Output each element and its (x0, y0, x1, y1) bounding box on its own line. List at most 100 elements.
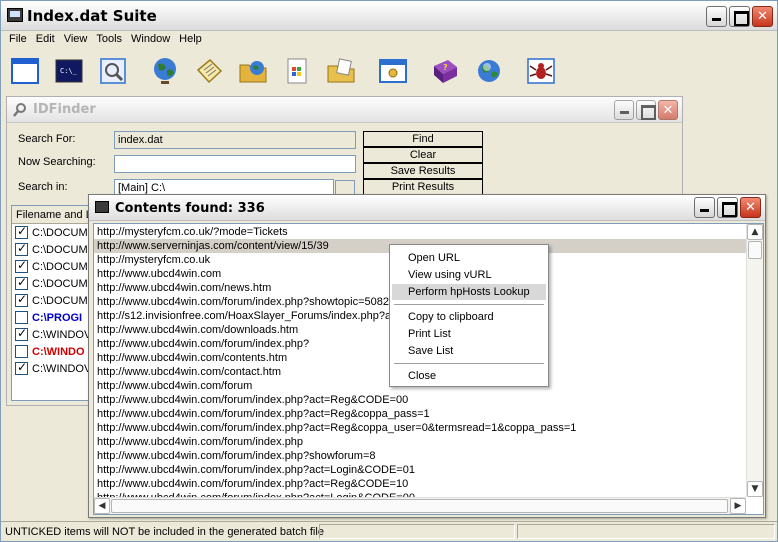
menu-separator (394, 304, 544, 305)
file-path: C:\WINDOV (32, 328, 89, 341)
scroll-right-button[interactable]: ▶ (730, 498, 746, 514)
now-searching-field[interactable] (114, 155, 356, 173)
app-title: Index.dat Suite (27, 7, 157, 25)
scroll-up-button[interactable]: ▲ (747, 224, 763, 240)
menu-file[interactable]: File (5, 31, 32, 49)
menu-item-print-list[interactable]: Print List (392, 326, 546, 342)
scroll-down-button[interactable]: ▼ (747, 481, 763, 497)
menu-item-copy-to-clipboard[interactable]: Copy to clipboard (392, 309, 546, 325)
file-row[interactable]: C:\PROGI (12, 309, 88, 326)
file-path: C:\WINDO (32, 345, 85, 358)
contents-maximize-button[interactable] (717, 197, 738, 218)
toolbar-button-search[interactable] (93, 52, 133, 90)
url-row[interactable]: http://www.ubcd4win.com/forum/index.php?… (94, 449, 746, 463)
url-row[interactable]: http://www.ubcd4win.com/forum/index.php?… (94, 407, 746, 421)
maximize-button[interactable] (729, 6, 750, 27)
horizontal-scroll-thumb[interactable] (111, 499, 728, 513)
file-checkbox[interactable] (15, 275, 28, 290)
file-checkbox[interactable] (15, 258, 28, 273)
idfinder-titlebar[interactable]: IDFinder ✕ (7, 97, 682, 123)
print-results-button[interactable]: Print Results (363, 179, 483, 195)
file-row[interactable]: C:\DOCUM (12, 224, 88, 241)
windows-document-icon (287, 58, 307, 84)
file-row[interactable]: C:\WINDO (12, 343, 88, 360)
toolbar-button-globe[interactable] (145, 52, 185, 90)
contents-minimize-button[interactable] (694, 197, 715, 218)
horizontal-scrollbar[interactable]: ◀ ▶ (94, 497, 746, 514)
notepad-icon (196, 58, 223, 84)
file-path: C:\DOCUM (32, 243, 88, 256)
idfinder-minimize-button[interactable] (614, 100, 634, 120)
menu-item-view-using-vurl[interactable]: View using vURL (392, 267, 546, 283)
vertical-scrollbar[interactable]: ▲ ▼ (746, 224, 763, 497)
contents-title: Contents found: 336 (115, 201, 265, 216)
file-list[interactable]: Filename and L C:\DOCUM C:\DOCUM C:\DOCUM C… (11, 205, 89, 401)
main-titlebar[interactable]: Index.dat Suite ✕ (1, 1, 777, 31)
file-checkbox[interactable] (15, 360, 28, 375)
toolbar-button-notepad[interactable] (189, 52, 229, 90)
url-row[interactable]: http://mysteryfcm.co.uk/?mode=Tickets (94, 225, 746, 239)
folder-globe-icon (239, 61, 267, 83)
menu-item-perform-hphosts-lookup[interactable]: Perform hpHosts Lookup (392, 284, 546, 300)
file-row[interactable]: C:\DOCUM (12, 275, 88, 292)
close-button[interactable]: ✕ (752, 6, 773, 27)
settings-window-icon (379, 59, 407, 83)
toolbar-button-console[interactable]: C:\_ (49, 52, 89, 90)
file-checkbox[interactable] (15, 292, 28, 307)
save-results-button[interactable]: Save Results (363, 163, 483, 179)
menu-tools[interactable]: Tools (92, 31, 127, 49)
toolbar-button-folder-doc[interactable] (321, 52, 361, 90)
file-row[interactable]: C:\WINDOV (12, 360, 88, 377)
search-for-field[interactable]: index.dat (114, 131, 356, 149)
toolbar: C:\_ ? (5, 51, 773, 91)
file-row[interactable]: C:\DOCUM (12, 258, 88, 275)
menu-edit[interactable]: Edit (32, 31, 60, 49)
menu-item-close[interactable]: Close (392, 368, 546, 384)
minimize-button[interactable] (706, 6, 727, 27)
file-path: C:\DOCUM (32, 260, 88, 273)
idfinder-close-button[interactable]: ✕ (658, 100, 678, 120)
file-checkbox[interactable] (15, 311, 28, 324)
toolbar-button-new-window[interactable] (5, 52, 45, 90)
file-checkbox[interactable] (15, 241, 28, 256)
idfinder-maximize-button[interactable] (636, 100, 656, 120)
url-row[interactable]: http://www.ubcd4win.com/forum/index.php?… (94, 421, 746, 435)
file-checkbox[interactable] (15, 326, 28, 341)
url-row[interactable]: http://www.ubcd4win.com/forum/index.php?… (94, 477, 746, 491)
file-row[interactable]: C:\DOCUM (12, 292, 88, 309)
file-path: C:\DOCUM (32, 294, 88, 307)
file-row[interactable]: C:\DOCUM (12, 241, 88, 258)
contents-titlebar[interactable]: Contents found: 336 ✕ (89, 195, 765, 221)
url-row[interactable]: http://www.ubcd4win.com/forum/index.php (94, 435, 746, 449)
toolbar-button-folder-globe[interactable] (233, 52, 273, 90)
find-button[interactable]: Find (363, 131, 483, 147)
menu-view[interactable]: View (60, 31, 93, 49)
menu-item-open-url[interactable]: Open URL (392, 250, 546, 266)
file-path: C:\WINDOV (32, 362, 89, 375)
file-checkbox[interactable] (15, 345, 28, 358)
spider-icon (527, 58, 555, 84)
url-row[interactable]: http://www.ubcd4win.com/forum/index.php?… (94, 463, 746, 477)
file-checkbox[interactable] (15, 224, 28, 239)
toolbar-button-update[interactable] (469, 52, 509, 90)
clear-button[interactable]: Clear (363, 147, 483, 163)
menu-separator (394, 363, 544, 364)
menu-window[interactable]: Window (127, 31, 175, 49)
file-path: C:\PROGI (32, 311, 83, 324)
url-row[interactable]: http://www.ubcd4win.com/forum/index.php?… (94, 393, 746, 407)
vertical-scroll-thumb[interactable] (748, 241, 762, 259)
toolbar-button-settings[interactable] (373, 52, 413, 90)
toolbar-button-help[interactable]: ? (425, 52, 465, 90)
contents-close-button[interactable]: ✕ (740, 197, 761, 218)
file-list-header[interactable]: Filename and L (12, 206, 88, 224)
toolbar-button-spider[interactable] (521, 52, 561, 90)
search-in-value: [Main] C:\ (118, 182, 166, 194)
scroll-left-button[interactable]: ◀ (94, 498, 110, 514)
console-icon: C:\_ (55, 59, 83, 83)
main-window: Index.dat Suite ✕ File Edit View Tools W… (0, 0, 778, 542)
toolbar-button-windows-doc[interactable] (277, 52, 317, 90)
file-row[interactable]: C:\WINDOV (12, 326, 88, 343)
menu-item-save-list[interactable]: Save List (392, 343, 546, 359)
globe-icon (154, 58, 176, 84)
menu-help[interactable]: Help (175, 31, 207, 49)
